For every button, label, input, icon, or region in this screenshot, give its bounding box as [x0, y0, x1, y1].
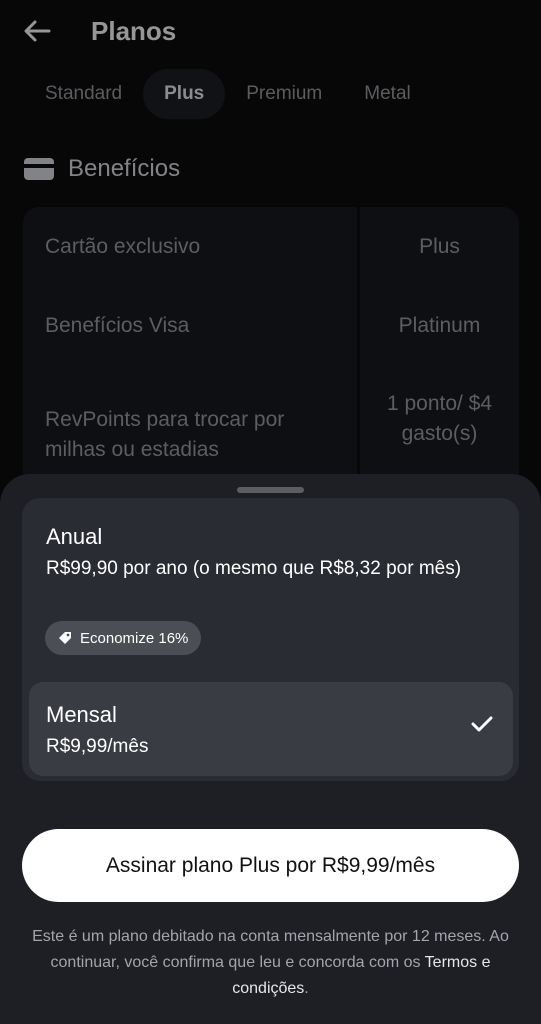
feature-value: Plus — [419, 235, 460, 258]
feature-label: Benefícios Visa — [45, 314, 190, 337]
savings-badge: Economize 16% — [45, 621, 202, 655]
tab-standard[interactable]: Standard — [24, 69, 143, 119]
benefits-table: Cartão exclusivo Plus Benefícios Visa Pl… — [23, 207, 519, 507]
savings-badge-label: Economize 16% — [80, 629, 189, 647]
tab-premium[interactable]: Premium — [225, 69, 343, 119]
legal-text: Este é um plano debitado na conta mensal… — [20, 924, 521, 1002]
back-button[interactable] — [20, 14, 54, 48]
monthly-title: Mensal — [46, 702, 117, 727]
header: Planos — [0, 0, 541, 64]
legal-end: . — [304, 980, 309, 997]
tab-metal[interactable]: Metal — [343, 69, 431, 119]
card-icon — [24, 158, 54, 180]
monthly-price: R$9,99/mês — [46, 736, 149, 757]
bottom-sheet: Anual R$99,90 por ano (o mesmo que R$8,3… — [0, 474, 541, 1024]
billing-options: Anual R$99,90 por ano (o mesmo que R$8,3… — [22, 498, 519, 781]
benefits-header: Benefícios — [24, 155, 180, 183]
tag-icon — [58, 631, 72, 645]
feature-label: Cartão exclusivo — [45, 235, 201, 258]
annual-price: R$99,90 por ano (o mesmo que R$8,32 por … — [46, 558, 462, 579]
feature-label: RevPoints para trocar por milhas ou esta… — [45, 408, 285, 461]
annual-option[interactable]: Anual R$99,90 por ano (o mesmo que R$8,3… — [22, 498, 519, 698]
subscribe-button[interactable]: Assinar plano Plus por R$9,99/mês — [22, 829, 519, 902]
arrow-left-icon — [24, 20, 51, 42]
annual-title: Anual — [46, 524, 103, 549]
feature-value: 1 ponto/ $4 gasto(s) — [386, 392, 493, 445]
monthly-option[interactable]: Mensal R$9,99/mês — [29, 682, 513, 776]
page-title: Planos — [91, 16, 177, 46]
plan-tabs: Standard Plus Premium Metal — [24, 68, 432, 120]
checkmark-icon — [471, 716, 493, 732]
tab-plus[interactable]: Plus — [143, 69, 226, 119]
feature-value: Platinum — [398, 314, 481, 337]
benefits-title: Benefícios — [68, 155, 181, 182]
sheet-drag-handle[interactable] — [237, 487, 304, 493]
